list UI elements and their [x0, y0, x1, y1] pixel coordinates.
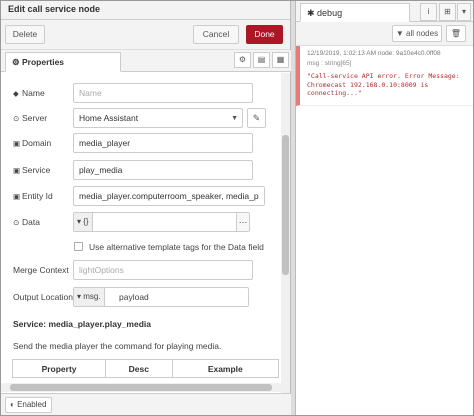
- sidebar-tabbar: ✱ debug i ⊞ ▾: [296, 0, 474, 22]
- enabled-label: Enabled: [17, 400, 47, 409]
- service-help-text: Send the media player the command for pl…: [13, 341, 222, 351]
- cube-icon: ▣: [13, 139, 21, 148]
- data-label: Data: [22, 217, 40, 227]
- domain-label: Domain: [22, 138, 52, 148]
- debug-message[interactable]: 12/19/2019, 1:02:13 AM node: 9a10e4c0.0f…: [296, 46, 474, 106]
- sidebar-menu-button[interactable]: ▾: [457, 3, 471, 21]
- name-label: Name: [22, 88, 45, 98]
- vertical-scrollbar[interactable]: [281, 73, 290, 393]
- service-row: ▣ Service play_media: [13, 160, 273, 180]
- output-location-row: Output Location ▾ msg. payload: [13, 287, 273, 307]
- message-meta: 12/19/2019, 1:02:13 AM node: 9a10e4c0.0f…: [307, 50, 441, 57]
- info-icon: i: [427, 7, 430, 16]
- done-button[interactable]: Done: [246, 25, 283, 44]
- horizontal-scroll-thumb[interactable]: [10, 384, 272, 391]
- data-typed-input[interactable]: ▾ {} …: [73, 212, 250, 232]
- output-location-input[interactable]: ▾ msg. payload: [73, 287, 249, 307]
- merge-context-input[interactable]: lightOptions: [73, 260, 253, 280]
- circle-dot-icon: ⊙: [13, 218, 20, 227]
- ellipsis-icon: …: [238, 215, 248, 225]
- appearance-tab-button[interactable]: ▦: [272, 52, 289, 68]
- vertical-scroll-thumb[interactable]: [282, 135, 289, 275]
- file-icon: ▤: [257, 55, 266, 64]
- debug-toolbar: ▼ all nodes 🗑: [296, 22, 474, 46]
- server-icon: ⊙: [13, 114, 20, 123]
- description-tab-button[interactable]: ▤: [253, 52, 270, 68]
- service-label: Service: [22, 165, 51, 175]
- name-row: ◆ Name Name: [13, 83, 273, 103]
- data-type-label: {}: [83, 217, 89, 226]
- debug-sidebar: ✱ debug i ⊞ ▾ ▼ all nodes 🗑 12/19/2019, …: [296, 0, 474, 416]
- appearance-icon: ▦: [276, 55, 285, 64]
- config-tab-button[interactable]: ⊞: [439, 3, 456, 21]
- service-help-title: Service: media_player.play_media: [13, 319, 151, 329]
- alt-tags-label: Use alternative template tags for the Da…: [89, 242, 264, 252]
- domain-input[interactable]: media_player: [73, 133, 253, 153]
- domain-row: ▣ Domain media_player: [13, 133, 273, 153]
- trash-icon: 🗑: [450, 29, 462, 38]
- info-tab-button[interactable]: i: [420, 3, 437, 21]
- filter-icon: ▼: [395, 29, 407, 38]
- server-label: Server: [22, 113, 48, 123]
- service-fields-table: Property Desc Example: [11, 359, 280, 378]
- name-placeholder: Name: [79, 88, 102, 98]
- horizontal-scrollbar[interactable]: [0, 383, 281, 392]
- bug-icon: ✱: [307, 8, 318, 18]
- data-type-select[interactable]: ▾ {}: [74, 213, 93, 231]
- gear-icon: ⚙: [238, 55, 247, 64]
- editor-title: Edit call service node: [0, 0, 290, 20]
- alt-tags-checkbox[interactable]: [74, 242, 83, 251]
- table-header-property: Property: [11, 359, 107, 378]
- cancel-button[interactable]: Cancel: [193, 25, 239, 44]
- cube-icon: ▣: [13, 192, 21, 201]
- edit-server-button[interactable]: ✎: [247, 108, 266, 128]
- merge-context-placeholder: lightOptions: [79, 265, 124, 275]
- tab-properties[interactable]: ⚙ Properties: [5, 52, 121, 72]
- tab-debug-label: debug: [317, 8, 343, 18]
- editor-tabbar: ⚙ Properties ⚙ ▤ ▦: [0, 50, 291, 72]
- pencil-icon: ✎: [252, 113, 261, 123]
- entity-id-input[interactable]: media_player.computerroom_speaker, media…: [73, 186, 265, 206]
- editor-footer: ◐ Enabled: [0, 393, 291, 416]
- settings-tab-button[interactable]: ⚙: [234, 52, 251, 68]
- merge-context-label: Merge Context: [13, 265, 69, 275]
- server-value: Home Assistant: [79, 113, 139, 123]
- chevron-down-icon: ▾: [461, 7, 466, 16]
- output-location-value: payload: [119, 292, 149, 302]
- table-header-row: Property Desc Example: [11, 359, 280, 378]
- clear-messages-button[interactable]: 🗑: [446, 25, 466, 42]
- toggle-icon: ◐: [10, 400, 18, 409]
- tab-properties-label: Properties: [21, 57, 65, 67]
- properties-form: ◆ Name Name ⊙ Server Home Assistant ▼ ✎ ▣ Do…: [0, 73, 280, 393]
- filter-nodes-button[interactable]: ▼ all nodes: [392, 25, 442, 42]
- server-select[interactable]: Home Assistant ▼: [73, 108, 243, 128]
- editor-toolbar: Delete Cancel Done: [0, 20, 290, 50]
- output-location-type-label: msg.: [83, 292, 101, 301]
- data-row: ⊙ Data ▾ {} …: [13, 212, 273, 232]
- entity-id-row: ▣ Entity Id media_player.computerroom_spe…: [13, 186, 273, 206]
- message-body: "Call-service API error. Error Message: …: [307, 72, 464, 97]
- delete-button[interactable]: Delete: [5, 25, 45, 44]
- output-location-label: Output Location: [13, 292, 74, 302]
- edit-node-panel: Edit call service node Delete Cancel Don…: [0, 0, 291, 416]
- enabled-toggle[interactable]: ◐ Enabled: [5, 397, 52, 413]
- expand-data-button[interactable]: …: [236, 213, 249, 231]
- message-type: msg : string[65]: [307, 60, 352, 67]
- cog-icon: ⚙: [12, 57, 22, 67]
- tab-debug[interactable]: ✱ debug: [300, 3, 410, 22]
- output-location-type-select[interactable]: ▾ msg.: [74, 288, 105, 306]
- service-input[interactable]: play_media: [73, 160, 253, 180]
- tag-icon: ◆: [13, 89, 19, 98]
- sitemap-icon: ⊞: [444, 7, 451, 16]
- chevron-down-icon: ▼: [231, 115, 238, 122]
- filter-label: all nodes: [406, 29, 439, 38]
- table-header-desc: Desc: [105, 359, 173, 378]
- merge-context-row: Merge Context lightOptions: [13, 260, 273, 280]
- cube-icon: ▣: [13, 166, 21, 175]
- server-row: ⊙ Server Home Assistant ▼ ✎: [13, 108, 273, 128]
- alt-tags-row: Use alternative template tags for the Da…: [13, 238, 273, 258]
- name-input[interactable]: Name: [73, 83, 253, 103]
- entity-id-label: Entity Id: [22, 191, 53, 201]
- table-header-example: Example: [171, 359, 280, 378]
